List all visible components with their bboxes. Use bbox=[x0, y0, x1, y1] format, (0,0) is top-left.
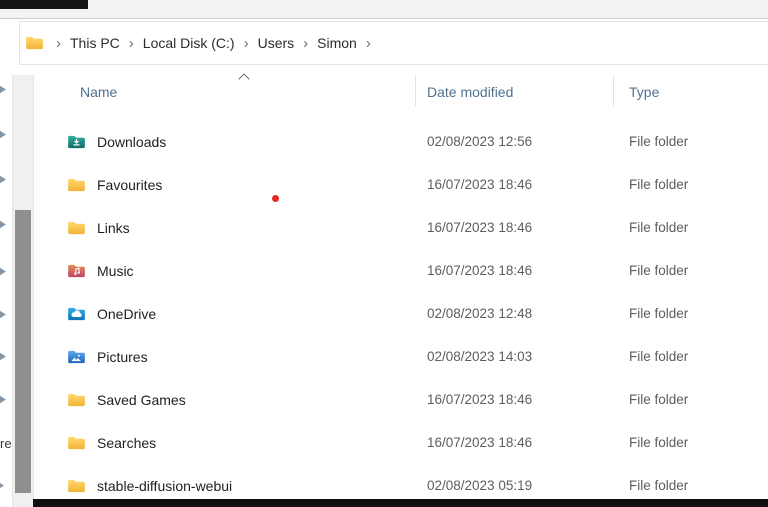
type-cell: File folder bbox=[615, 263, 688, 278]
file-name: Searches bbox=[97, 435, 156, 451]
type-cell: File folder bbox=[615, 435, 688, 450]
tree-expand-chevron-icon[interactable] bbox=[0, 309, 6, 320]
table-row[interactable]: Favourites 16/07/2023 18:46File folder bbox=[35, 163, 768, 206]
date-modified-cell: 02/08/2023 12:48 bbox=[415, 306, 615, 321]
file-name: Downloads bbox=[97, 134, 166, 150]
scrollbar-thumb[interactable] bbox=[15, 210, 31, 493]
file-explorer-window: ›This PC›Local Disk (C:)›Users›Simon› re… bbox=[0, 0, 768, 507]
name-cell: Searches bbox=[35, 435, 415, 451]
folder-icon bbox=[25, 35, 44, 51]
file-name: stable-diffusion-webui bbox=[97, 478, 232, 494]
table-row[interactable]: Pictures 02/08/2023 14:03File folder bbox=[35, 335, 768, 378]
column-header-name[interactable]: Name bbox=[35, 84, 415, 100]
column-header-name-label: Name bbox=[80, 84, 117, 100]
tree-expand-chevron-icon[interactable] bbox=[0, 351, 6, 362]
breadcrumb-separator-icon: › bbox=[361, 36, 376, 51]
date-modified-cell: 02/08/2023 05:19 bbox=[415, 478, 615, 493]
vertical-scrollbar[interactable] bbox=[12, 75, 34, 507]
date-modified-cell: 16/07/2023 18:46 bbox=[415, 220, 615, 235]
tree-expand-chevron-icon[interactable] bbox=[0, 266, 6, 277]
file-name: Music bbox=[97, 263, 134, 279]
folder-icon bbox=[67, 220, 86, 236]
pictures-folder-icon bbox=[67, 349, 86, 365]
name-cell: Downloads bbox=[35, 134, 415, 150]
name-cell: Saved Games bbox=[35, 392, 415, 408]
type-cell: File folder bbox=[615, 134, 688, 149]
type-cell: File folder bbox=[615, 177, 688, 192]
file-name: Links bbox=[97, 220, 130, 236]
sort-ascending-icon bbox=[238, 73, 249, 84]
type-cell: File folder bbox=[615, 392, 688, 407]
type-cell: File folder bbox=[615, 220, 688, 235]
overlapping-window-fragment-bottom bbox=[33, 499, 768, 507]
breadcrumb-item[interactable]: Local Disk (C:) bbox=[139, 32, 239, 54]
column-divider[interactable] bbox=[613, 76, 614, 106]
file-name: Favourites bbox=[97, 177, 162, 193]
breadcrumb-separator-icon: › bbox=[124, 36, 139, 51]
table-row[interactable]: Links 16/07/2023 18:46File folder bbox=[35, 206, 768, 249]
date-modified-cell: 16/07/2023 18:46 bbox=[415, 263, 615, 278]
name-cell: Links bbox=[35, 220, 415, 236]
table-row[interactable]: Saved Games 16/07/2023 18:46File folder bbox=[35, 378, 768, 421]
music-folder-icon bbox=[67, 263, 86, 279]
type-cell: File folder bbox=[615, 478, 688, 493]
tree-expand-chevron-icon[interactable] bbox=[0, 219, 6, 230]
downloads-folder-icon bbox=[67, 134, 86, 150]
breadcrumb-item[interactable]: Users bbox=[254, 32, 299, 54]
table-row[interactable]: Music 16/07/2023 18:46File folder bbox=[35, 249, 768, 292]
breadcrumb-item[interactable]: Simon bbox=[313, 32, 361, 54]
folder-icon bbox=[67, 392, 86, 408]
column-headers: Name Date modified Type bbox=[35, 78, 768, 106]
file-list-pane: Name Date modified Type Downloads 02/08/2… bbox=[35, 66, 768, 507]
date-modified-cell: 16/07/2023 18:46 bbox=[415, 392, 615, 407]
column-header-date-label: Date modified bbox=[427, 84, 513, 100]
file-name: Saved Games bbox=[97, 392, 186, 408]
folder-icon bbox=[67, 478, 86, 494]
table-row[interactable]: Searches 16/07/2023 18:46File folder bbox=[35, 421, 768, 464]
breadcrumb-item[interactable]: This PC bbox=[66, 32, 124, 54]
column-header-type-label: Type bbox=[629, 84, 659, 100]
name-cell: Music bbox=[35, 263, 415, 279]
tree-expand-chevron-icon[interactable] bbox=[0, 480, 4, 491]
window-top-strip bbox=[0, 0, 768, 19]
date-modified-cell: 16/07/2023 18:46 bbox=[415, 435, 615, 450]
tree-expand-chevron-icon[interactable] bbox=[0, 394, 6, 405]
date-modified-cell: 02/08/2023 12:56 bbox=[415, 134, 615, 149]
onedrive-folder-icon bbox=[67, 306, 86, 322]
name-cell: Pictures bbox=[35, 349, 415, 365]
table-row[interactable]: Downloads 02/08/2023 12:56File folder bbox=[35, 120, 768, 163]
file-name: Pictures bbox=[97, 349, 148, 365]
folder-icon bbox=[67, 435, 86, 451]
column-header-date-modified[interactable]: Date modified bbox=[415, 84, 615, 100]
breadcrumb-separator-icon: › bbox=[51, 36, 66, 51]
date-modified-cell: 16/07/2023 18:46 bbox=[415, 177, 615, 192]
tree-expand-chevron-icon[interactable] bbox=[0, 129, 6, 140]
nav-item-partial-label: re bbox=[0, 436, 12, 451]
date-modified-cell: 02/08/2023 14:03 bbox=[415, 349, 615, 364]
column-header-type[interactable]: Type bbox=[615, 84, 659, 100]
name-cell: stable-diffusion-webui bbox=[35, 478, 415, 494]
red-dot-marker bbox=[272, 195, 279, 202]
type-cell: File folder bbox=[615, 349, 688, 364]
table-row[interactable]: OneDrive 02/08/2023 12:48File folder bbox=[35, 292, 768, 335]
type-cell: File folder bbox=[615, 306, 688, 321]
tree-expand-chevron-icon[interactable] bbox=[0, 84, 6, 95]
name-cell: Favourites bbox=[35, 177, 415, 193]
file-name: OneDrive bbox=[97, 306, 156, 322]
tree-expand-chevron-icon[interactable] bbox=[0, 174, 6, 185]
column-divider[interactable] bbox=[415, 76, 416, 106]
overlapping-window-fragment-top bbox=[0, 0, 88, 9]
breadcrumb-separator-icon: › bbox=[298, 36, 313, 51]
breadcrumb-separator-icon: › bbox=[239, 36, 254, 51]
name-cell: OneDrive bbox=[35, 306, 415, 322]
folder-icon bbox=[67, 177, 86, 193]
address-bar[interactable]: ›This PC›Local Disk (C:)›Users›Simon› bbox=[19, 21, 768, 65]
